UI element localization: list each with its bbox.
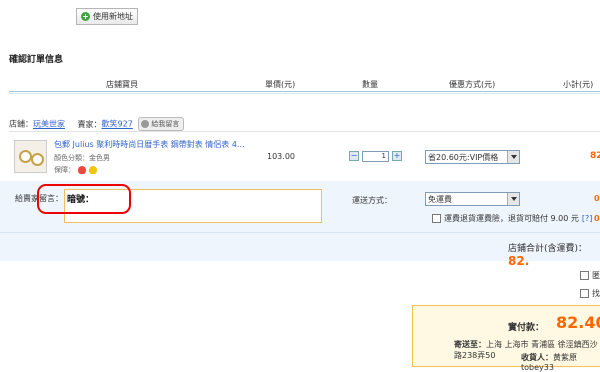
- seller-label: 賣家：: [77, 119, 102, 129]
- section-title: 確認訂單信息: [9, 55, 64, 65]
- insurance-option: 運費退貨運費險，退貨可賠付 9.00 元 [?]: [432, 213, 592, 224]
- header-discount: 優惠方式(元): [449, 80, 496, 89]
- insurance-text: 運費退貨運費險，退貨可賠付 9.00 元: [444, 214, 579, 223]
- total-divider: [0, 232, 600, 233]
- receiver-label: 收貨人：: [521, 353, 553, 362]
- plus-icon: +: [81, 12, 90, 21]
- anonymous-label: 匿: [592, 271, 600, 280]
- insurance-cost: 0: [594, 214, 600, 223]
- header-quantity: 數量: [362, 80, 378, 89]
- product-thumbnail[interactable]: [14, 140, 47, 173]
- chevron-down-icon: [507, 193, 519, 205]
- shop-line: 店鋪：玩美世家 賣家：歡笑927 給我留言: [9, 117, 185, 131]
- use-new-address-label: 使用新地址: [93, 12, 133, 21]
- header-underline-2: [9, 93, 600, 94]
- row-divider: [9, 131, 600, 132]
- product-name-link[interactable]: 包郵 Julius 聚利時時尚日暦手表 鋼帶對表 情侶表 4...: [54, 139, 245, 150]
- shop-label: 店鋪：: [9, 119, 33, 129]
- watch-image-right: [31, 153, 44, 166]
- decrease-button[interactable]: −: [349, 151, 359, 161]
- seller-name-link[interactable]: 歡笑927: [102, 120, 133, 129]
- chat-icon: [141, 120, 150, 128]
- protection-label: 保障：: [54, 166, 75, 174]
- real-pay-value: 82.40: [556, 313, 600, 332]
- insurance-checkbox[interactable]: [432, 214, 441, 223]
- discount-select-value: 省20.60元:VIP價格: [428, 152, 499, 162]
- message-seller-label: 給我留言: [151, 120, 180, 128]
- product-color: 顏色分類：金色男: [54, 154, 110, 162]
- discount-select[interactable]: 省20.60元:VIP價格: [425, 150, 520, 164]
- item-subtotal: 82: [590, 151, 600, 161]
- unit-price: 103.00: [267, 152, 295, 161]
- header-shop-item: 店鋪寶貝: [106, 80, 138, 89]
- chevron-down-icon: [507, 151, 519, 163]
- anonymous-checkbox[interactable]: [580, 271, 589, 280]
- real-pay-label: 實付款：: [508, 323, 545, 333]
- product-protection: 保障：: [54, 165, 97, 175]
- quantity-input[interactable]: 1: [362, 150, 389, 162]
- find-label: 找: [592, 289, 600, 298]
- header-subtotal: 小計(元): [563, 80, 594, 89]
- shipping-cost: 0: [594, 194, 600, 203]
- find-checkbox[interactable]: [580, 289, 589, 298]
- find-option: 找: [580, 288, 600, 299]
- use-new-address-button[interactable]: + 使用新地址: [76, 8, 138, 25]
- anonymous-option: 匿: [580, 270, 600, 281]
- quality-badge-icon[interactable]: [89, 166, 97, 174]
- shipping-label: 運送方式：: [352, 196, 392, 205]
- increase-button[interactable]: +: [392, 151, 402, 161]
- shipping-select[interactable]: 免運費: [425, 192, 520, 206]
- message-seller-button[interactable]: 給我留言: [138, 117, 185, 131]
- header-unit-price: 單價(元): [265, 80, 296, 89]
- shop-name-link[interactable]: 玩美世家: [33, 120, 65, 129]
- shop-total-value: 82.: [508, 254, 530, 268]
- quantity-stepper: − 1 +: [349, 150, 402, 162]
- insurance-help-link[interactable]: [?]: [582, 214, 593, 223]
- shop-total-label: 店鋪合計(含運費)：: [508, 244, 588, 254]
- protection-badge-icon[interactable]: [78, 166, 86, 174]
- shop-total: 店鋪合計(含運費)：82.: [508, 241, 600, 268]
- header-underline: [9, 91, 600, 92]
- watch-image-left: [19, 150, 32, 163]
- ship-to-label: 寄送至：: [454, 340, 486, 349]
- receiver: 收貨人：黄紫原tobey33: [521, 352, 600, 372]
- highlight-annotation: [37, 184, 131, 214]
- shipping-select-value: 免運費: [428, 194, 452, 204]
